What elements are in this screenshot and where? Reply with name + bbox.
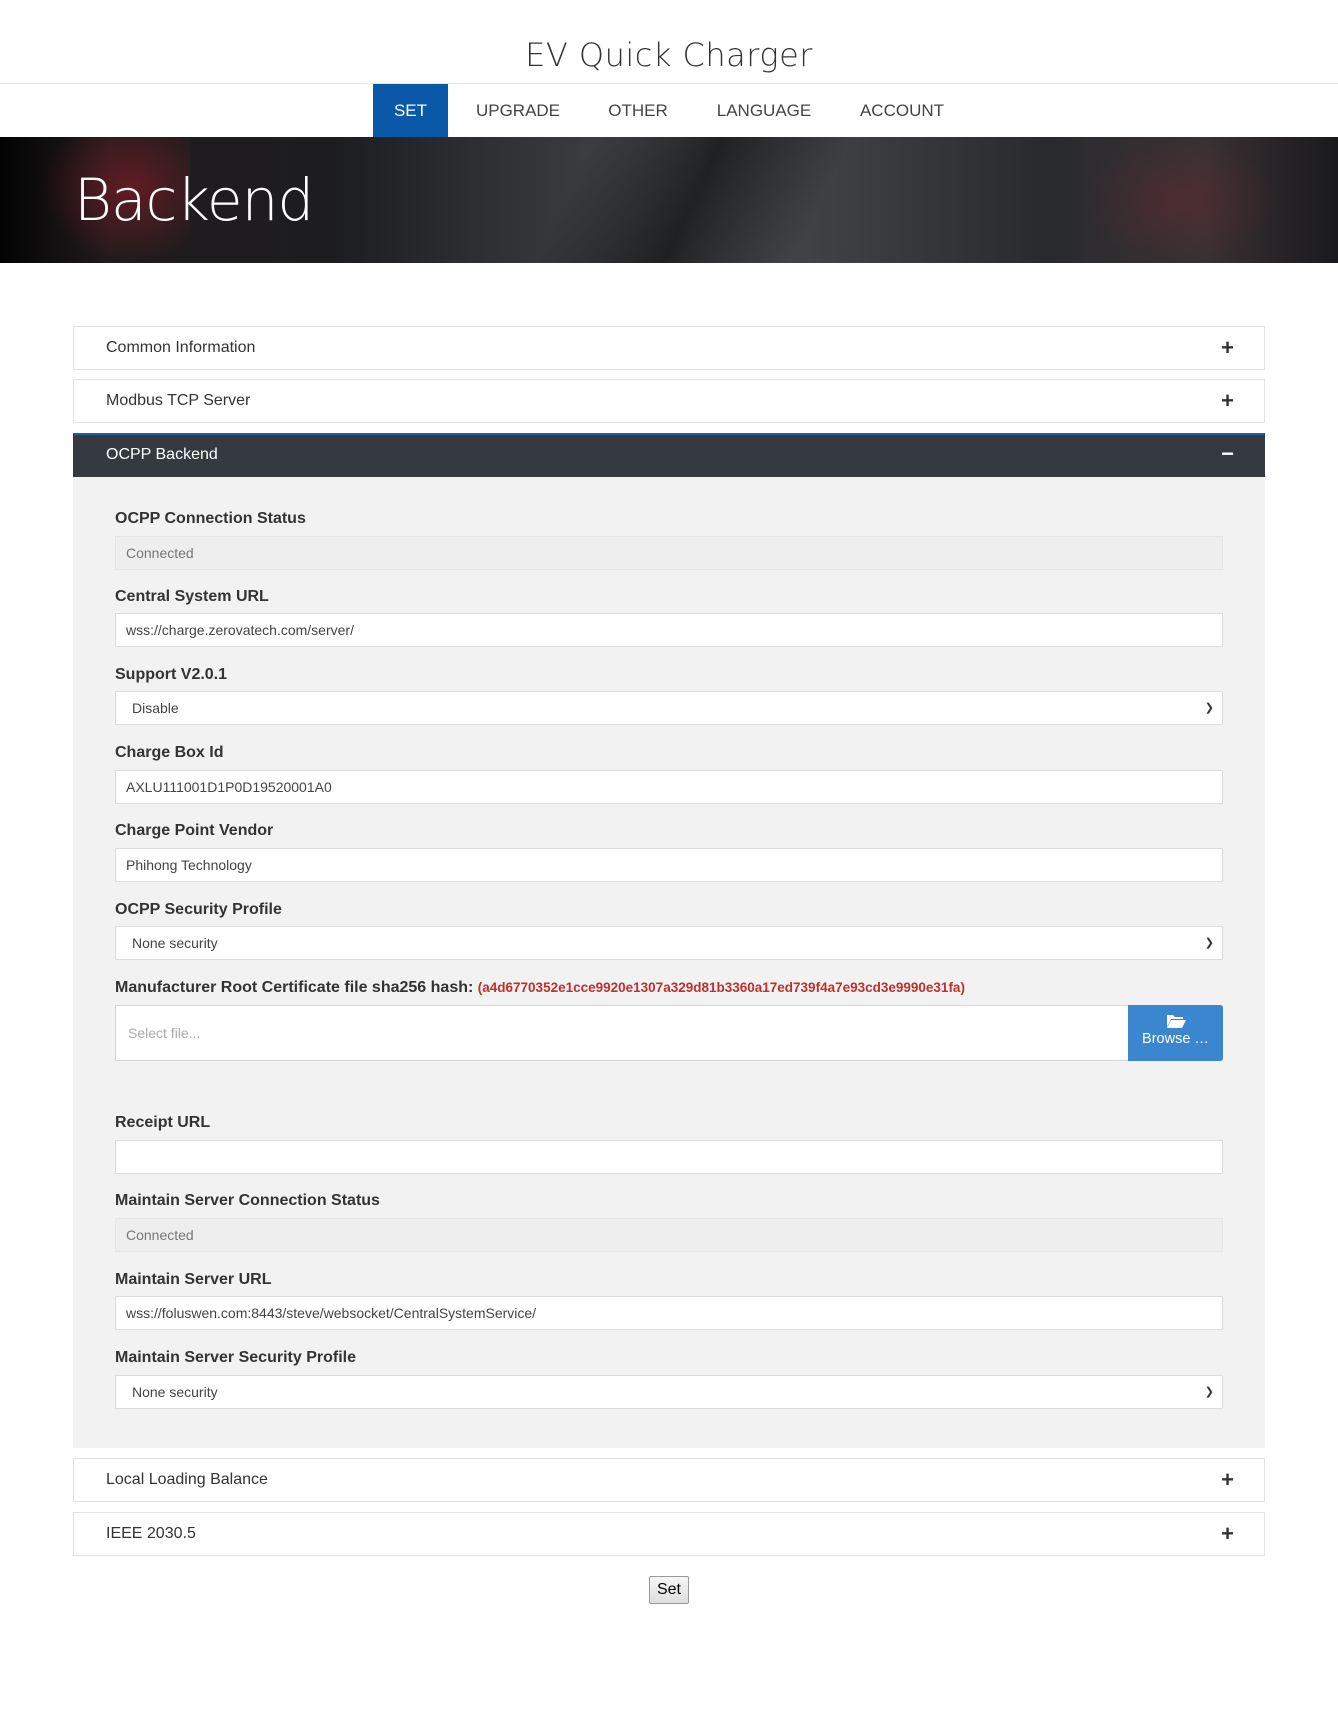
maintain-server-status-label: Maintain Server Connection Status	[115, 1192, 380, 1209]
maintain-server-url-input[interactable]: wss://foluswen.com:8443/steve/websocket/…	[115, 1296, 1223, 1330]
root-cert-label: Manufacturer Root Certificate file sha25…	[115, 979, 965, 997]
panel-label: Local Loading Balance	[106, 1471, 268, 1488]
plus-icon[interactable]: +	[1221, 1459, 1234, 1501]
page-title: Backend	[74, 166, 314, 234]
nav-other[interactable]: OTHER	[590, 84, 686, 138]
panel-label: Modbus TCP Server	[106, 392, 251, 409]
panel-label: OCPP Backend	[106, 446, 218, 463]
panel-ocpp-backend[interactable]: OCPP Backend −	[73, 433, 1265, 477]
panel-label: Common Information	[106, 339, 256, 356]
central-system-url-label: Central System URL	[115, 588, 269, 605]
receipt-url-input[interactable]	[115, 1140, 1223, 1174]
nav-language[interactable]: LANGUAGE	[700, 84, 828, 138]
ocpp-security-profile-select[interactable]: None security ❯	[115, 926, 1223, 960]
hero-decoration	[1080, 137, 1280, 263]
select-value: None security	[132, 935, 218, 951]
root-cert-label-text: Manufacturer Root Certificate file sha25…	[115, 979, 474, 996]
charge-box-id-label: Charge Box Id	[115, 744, 224, 761]
charge-point-vendor-label: Charge Point Vendor	[115, 822, 274, 839]
nav-set[interactable]: SET	[373, 84, 448, 138]
chevron-down-icon: ❯	[1204, 702, 1214, 714]
maintain-server-security-label: Maintain Server Security Profile	[115, 1349, 356, 1366]
panel-local-loading-balance[interactable]: Local Loading Balance +	[73, 1458, 1265, 1502]
ocpp-connection-status-label: OCPP Connection Status	[115, 510, 306, 527]
chevron-down-icon: ❯	[1204, 1386, 1214, 1398]
select-value: Disable	[132, 700, 179, 716]
browse-button-label: Browse …	[1142, 1031, 1209, 1047]
support-v201-select[interactable]: Disable ❯	[115, 691, 1223, 725]
select-value: None security	[132, 1384, 218, 1400]
site-title: EV Quick Charger	[525, 36, 813, 74]
plus-icon[interactable]: +	[1221, 327, 1234, 369]
ocpp-security-profile-label: OCPP Security Profile	[115, 901, 282, 918]
receipt-url-label: Receipt URL	[115, 1114, 211, 1131]
support-v201-label: Support V2.0.1	[115, 666, 228, 683]
panel-common-information[interactable]: Common Information +	[73, 326, 1265, 370]
charge-box-id-input[interactable]: AXLU111001D1P0D19520001A0	[115, 770, 1223, 804]
folder-open-icon	[1166, 1015, 1186, 1028]
root-cert-file-input[interactable]: Select file...	[128, 1006, 200, 1060]
charge-point-vendor-input[interactable]: Phihong Technology	[115, 848, 1223, 882]
ocpp-connection-status-field: Connected	[115, 536, 1223, 570]
root-cert-file-picker: Select file... Browse …	[115, 1005, 1223, 1061]
maintain-server-security-select[interactable]: None security ❯	[115, 1375, 1223, 1409]
panel-label: IEEE 2030.5	[106, 1525, 196, 1542]
set-button[interactable]: Set	[649, 1576, 689, 1604]
hero-banner: Backend	[0, 137, 1338, 263]
maintain-server-status-field: Connected	[115, 1218, 1223, 1252]
nav-account[interactable]: ACCOUNT	[844, 84, 960, 138]
browse-button[interactable]: Browse …	[1128, 1005, 1223, 1061]
root-cert-hash: (a4d6770352e1cce9920e1307a329d81b3360a17…	[477, 980, 965, 995]
minus-icon[interactable]: −	[1221, 435, 1234, 473]
chevron-down-icon: ❯	[1204, 937, 1214, 949]
panel-ieee-2030-5[interactable]: IEEE 2030.5 +	[73, 1512, 1265, 1556]
nav-upgrade[interactable]: UPGRADE	[458, 84, 578, 138]
main-nav: SET UPGRADE OTHER LANGUAGE ACCOUNT	[0, 83, 1338, 138]
panel-modbus-tcp-server[interactable]: Modbus TCP Server +	[73, 379, 1265, 423]
maintain-server-url-label: Maintain Server URL	[115, 1271, 272, 1288]
plus-icon[interactable]: +	[1221, 1513, 1234, 1555]
hero-decoration	[508, 137, 872, 263]
plus-icon[interactable]: +	[1221, 380, 1234, 422]
central-system-url-input[interactable]: wss://charge.zerovatech.com/server/	[115, 613, 1223, 647]
